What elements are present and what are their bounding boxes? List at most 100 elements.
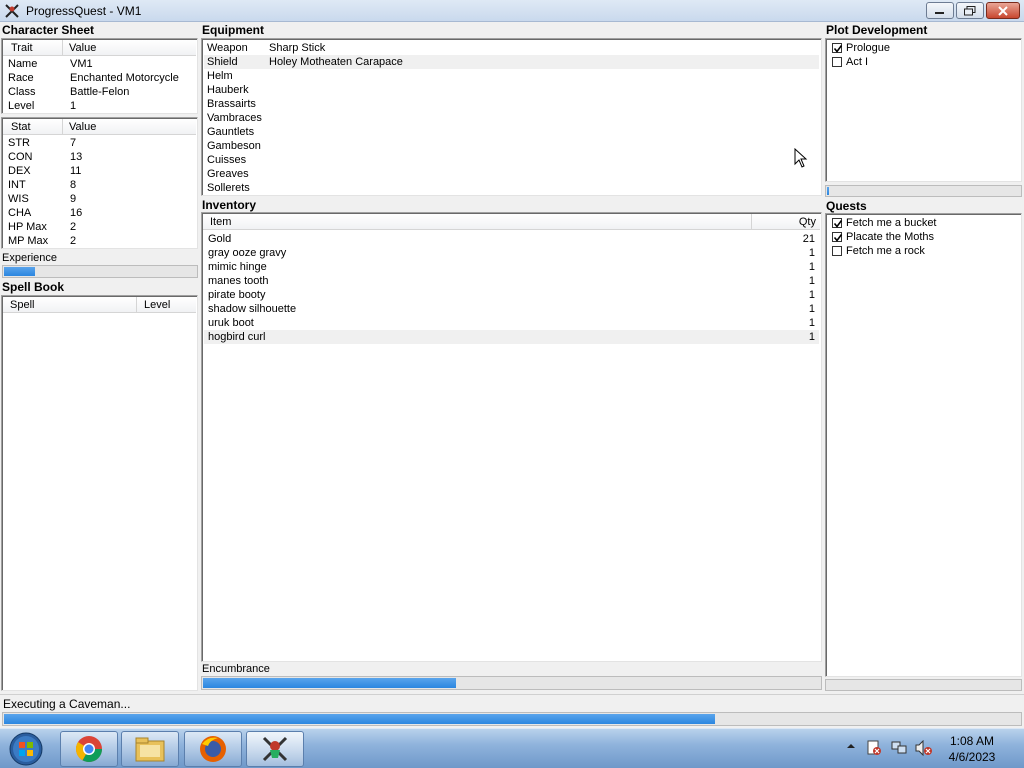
plot-act-prologue[interactable]: Prologue — [828, 41, 1019, 55]
trait-column-header[interactable]: Trait — [11, 42, 33, 54]
equipment-row-shield: Shield Holey Motheaten Carapace — [204, 55, 819, 69]
inventory-header: Item Qty — [203, 214, 820, 230]
experience-label: Experience — [2, 252, 58, 264]
folder-icon — [135, 737, 165, 762]
prologue-checkbox[interactable] — [832, 43, 843, 53]
level-column-header[interactable]: Level — [144, 299, 170, 311]
stat-row-cha: CHA 16 — [8, 207, 83, 219]
value-column-header[interactable]: Value — [69, 42, 96, 54]
plot-progress-bar — [825, 185, 1022, 197]
inventory-title: Inventory — [202, 198, 257, 212]
taskbar: 1:08 AM 4/6/2023 — [0, 728, 1024, 768]
quest-item[interactable]: Fetch me a bucket — [828, 216, 1019, 230]
stat-row-dex: DEX 11 — [8, 165, 82, 177]
stats-header: Stat Value — [3, 119, 196, 135]
quest-checkbox[interactable] — [832, 246, 842, 256]
equipment-row-brassairts: Brassairts — [207, 98, 256, 110]
taskbar-firefox[interactable] — [184, 731, 242, 767]
checkmark-icon — [833, 45, 843, 53]
firefox-icon — [200, 736, 226, 762]
inventory-row: uruk boot 1 — [208, 317, 815, 329]
plot-list[interactable]: Prologue Act I — [825, 38, 1022, 182]
app-icon — [5, 4, 19, 18]
close-icon — [998, 5, 1008, 16]
inventory-row: gray ooze gravy 1 — [208, 247, 815, 259]
spell-header: Spell Level — [3, 297, 196, 313]
spell-list[interactable]: Spell Level — [1, 295, 198, 691]
status-area: Executing a Caveman... — [0, 694, 1024, 728]
chrome-icon — [75, 736, 103, 763]
stat-row-con: CON 13 — [8, 151, 83, 163]
task-progress-bar — [2, 712, 1022, 726]
traits-header: Trait Value — [3, 40, 196, 56]
item-column-header[interactable]: Item — [210, 216, 231, 228]
trait-row-level: Level 1 — [8, 100, 77, 112]
trait-row-class: Class Battle-Felon — [8, 86, 130, 98]
start-button[interactable] — [4, 731, 48, 767]
equipment-row-gauntlets: Gauntlets — [207, 126, 255, 138]
character-sheet-title: Character Sheet — [2, 23, 95, 37]
act-1-checkbox[interactable] — [832, 57, 842, 67]
volume-muted-icon[interactable] — [915, 740, 933, 756]
trait-row-name: Name VM1 — [8, 58, 93, 70]
equipment-title: Equipment — [202, 23, 264, 37]
inventory-row: Gold 21 — [208, 233, 815, 245]
value-column-header[interactable]: Value — [69, 121, 96, 133]
quest-checkbox[interactable] — [832, 232, 843, 242]
progressquest-icon — [262, 736, 288, 762]
taskbar-chrome[interactable] — [60, 731, 118, 767]
equipment-list[interactable]: Weapon Sharp Stick Shield Holey Motheaten … — [201, 38, 822, 196]
quests-title: Quests — [826, 199, 867, 213]
quest-item[interactable]: Fetch me a rock — [828, 244, 1019, 258]
plot-development-title: Plot Development — [826, 23, 928, 37]
clock-time: 1:08 AM — [949, 734, 995, 748]
equipment-row-sollerets: Sollerets — [207, 182, 250, 194]
stats-list[interactable]: Stat Value STR 7 CON 13 DEX 11 INT 8 WIS 9 CH… — [1, 117, 198, 249]
plot-act-1[interactable]: Act I — [828, 55, 1019, 69]
encumbrance-label: Encumbrance — [202, 663, 270, 675]
traits-list[interactable]: Trait Value Name VM1 Race Enchanted Motorc… — [1, 38, 198, 114]
minimize-icon — [935, 11, 944, 14]
window-titlebar: ProgressQuest - VM1 — [0, 0, 1024, 22]
inventory-row: mimic hinge 1 — [208, 261, 815, 273]
stat-column-header[interactable]: Stat — [11, 121, 31, 133]
taskbar-progressquest[interactable] — [246, 731, 304, 767]
equipment-row-greaves: Greaves — [207, 168, 249, 180]
equipment-row-cuisses: Cuisses — [207, 154, 247, 166]
stat-row-mp-max: MP Max 2 — [8, 235, 77, 247]
stat-row-wis: WIS 9 — [8, 193, 77, 205]
inventory-list[interactable]: Item Qty Gold 21 gray ooze gravy 1 mimic h… — [201, 212, 822, 662]
close-button[interactable] — [986, 2, 1020, 19]
status-text: Executing a Caveman... — [3, 697, 131, 711]
plot-progress-fill — [827, 187, 829, 195]
qty-column-header[interactable]: Qty — [799, 216, 816, 228]
encumbrance-bar — [201, 676, 822, 690]
experience-bar-fill — [4, 267, 35, 276]
stat-row-hp-max: HP Max 2 — [8, 221, 77, 233]
experience-bar — [2, 265, 198, 278]
quest-checkbox[interactable] — [832, 218, 843, 228]
equipment-row-gambeson: Gambeson — [207, 140, 261, 152]
taskbar-file-explorer[interactable] — [121, 731, 179, 767]
equipment-row-weapon: Weapon Sharp Stick — [207, 42, 326, 54]
encumbrance-bar-fill — [203, 678, 456, 688]
equipment-row-helm: Helm — [207, 70, 233, 82]
window-title: ProgressQuest - VM1 — [26, 4, 142, 18]
checkmark-icon — [833, 220, 843, 228]
clock[interactable]: 1:08 AM 4/6/2023 — [936, 733, 1008, 765]
spell-column-header[interactable]: Spell — [10, 299, 34, 311]
equipment-row-vambraces: Vambraces — [207, 112, 262, 124]
quest-item[interactable]: Placate the Moths — [828, 230, 1019, 244]
quest-list[interactable]: Fetch me a bucket Placate the Moths Fetc… — [825, 213, 1022, 677]
inventory-row: pirate booty 1 — [208, 289, 815, 301]
inventory-row: shadow silhouette 1 — [208, 303, 815, 315]
inventory-row: hogbird curl 1 — [204, 330, 819, 344]
show-hidden-icons-icon[interactable] — [846, 741, 856, 751]
minimize-button[interactable] — [926, 2, 954, 19]
action-center-icon[interactable] — [866, 740, 882, 756]
maximize-button[interactable] — [956, 2, 984, 19]
quest-progress-bar — [825, 679, 1022, 691]
network-icon[interactable] — [891, 740, 907, 756]
inventory-row: manes tooth 1 — [208, 275, 815, 287]
checkmark-icon — [833, 234, 843, 242]
